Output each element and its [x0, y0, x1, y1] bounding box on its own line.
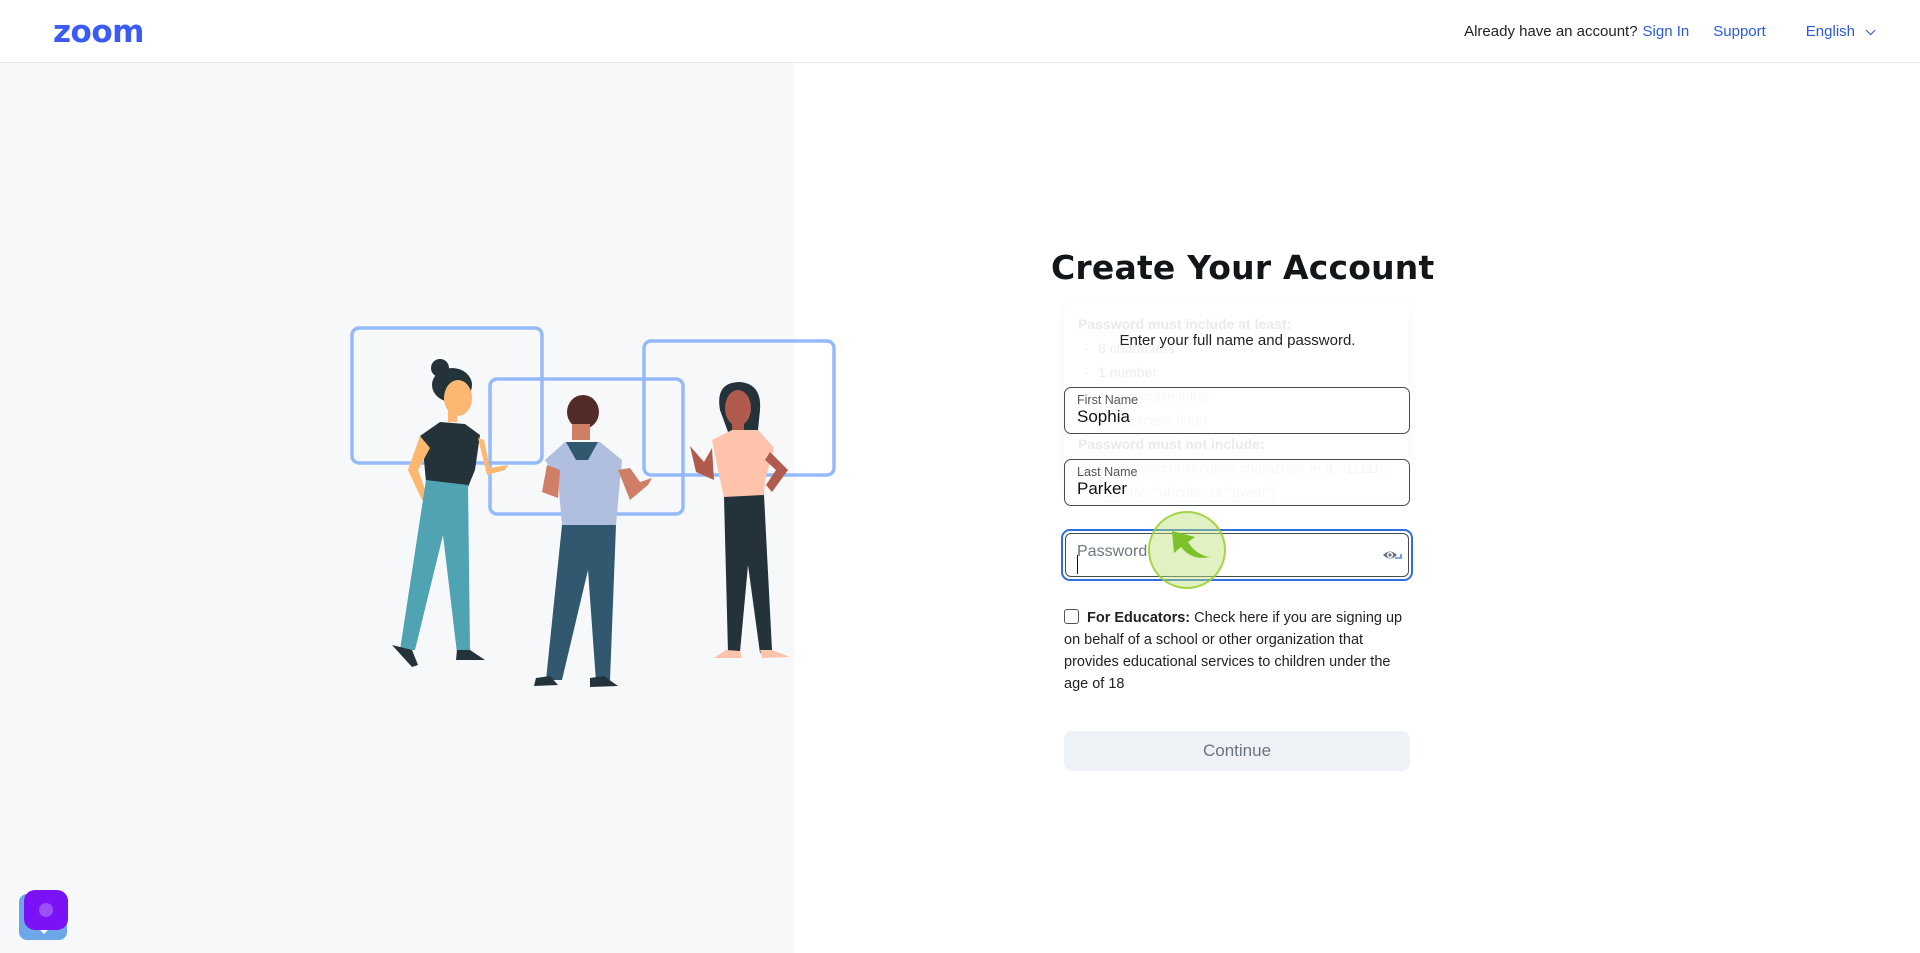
last-name-field[interactable]: Last Name Parker — [1064, 459, 1410, 506]
password-placeholder: Password — [1077, 543, 1148, 560]
people-illustration — [350, 326, 836, 687]
educators-bold-label: For Educators: — [1087, 610, 1191, 626]
password-field-focus-ring: Password — [1061, 529, 1413, 581]
first-name-label: First Name — [1077, 393, 1139, 407]
must-not-include-heading: Password must not include: — [1078, 436, 1265, 452]
chevron-down-icon — [1865, 24, 1876, 35]
support-link[interactable]: Support — [1713, 23, 1766, 41]
click-highlight — [1148, 511, 1226, 589]
account-question: Already have an account? — [1464, 23, 1638, 40]
sign-in-link[interactable]: Sign In — [1643, 23, 1690, 41]
continue-button[interactable]: Continue — [1064, 731, 1410, 771]
assistant-widget-icon[interactable] — [18, 890, 70, 942]
requirement-item: 1 number — [1078, 360, 1395, 384]
last-name-value[interactable]: Parker — [1077, 479, 1127, 499]
first-name-value[interactable]: Sophia — [1077, 407, 1130, 427]
top-header: zoom Already have an account? Sign In Su… — [0, 0, 1920, 63]
show-password-icon[interactable] — [1382, 547, 1404, 563]
language-selector[interactable]: English — [1805, 23, 1876, 41]
educators-checkbox[interactable] — [1064, 609, 1079, 624]
language-label: English — [1805, 23, 1855, 40]
cursor-arrow-icon — [1172, 531, 1210, 558]
text-caret — [1077, 555, 1078, 574]
header-nav: Already have an account? Sign In Support… — [1464, 23, 1876, 41]
last-name-label: Last Name — [1077, 465, 1138, 479]
page-title: Create Your Account — [1051, 248, 1435, 287]
first-name-field[interactable]: First Name Sophia — [1064, 387, 1410, 434]
form-subtitle: Enter your full name and password. — [1119, 332, 1356, 349]
password-input[interactable]: Password — [1065, 533, 1409, 577]
person-2 — [534, 395, 652, 687]
educators-option: For Educators: Check here if you are sig… — [1064, 607, 1414, 695]
person-3 — [690, 382, 790, 658]
zoom-logo[interactable]: zoom — [53, 14, 144, 50]
